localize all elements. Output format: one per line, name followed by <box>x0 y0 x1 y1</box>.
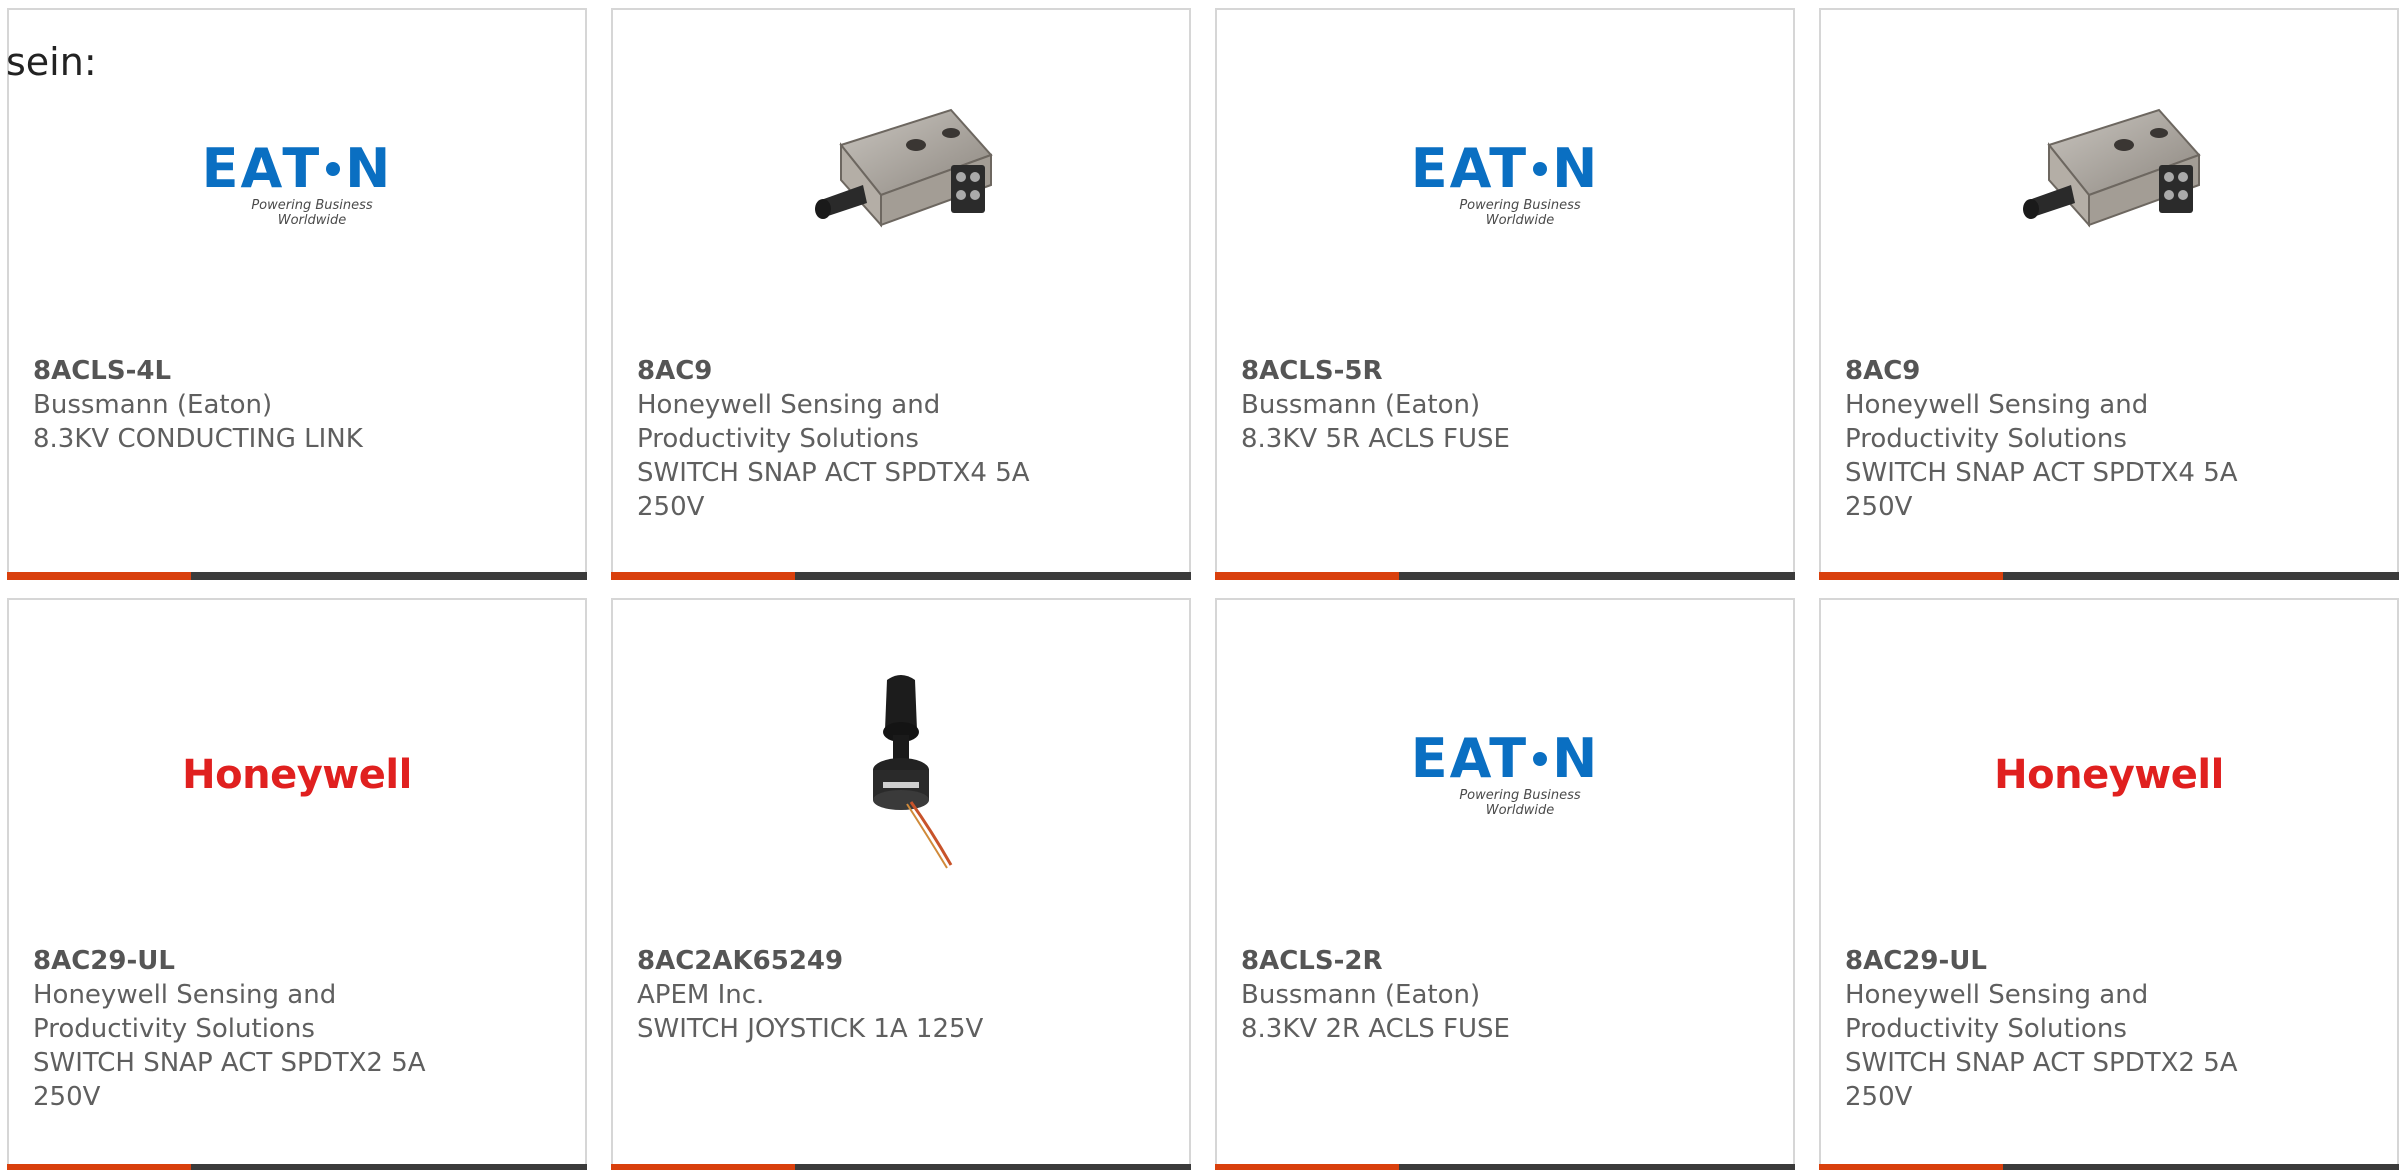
product-image[interactable]: EATN Powering Business Worldwide <box>1217 70 1793 300</box>
product-description: SWITCH JOYSTICK 1A 125V <box>637 1014 984 1044</box>
card-footer-bar <box>7 1164 587 1170</box>
joystick-photo <box>873 675 953 869</box>
eaton-logo-tagline: Powering Business Worldwide <box>1459 198 1581 228</box>
product-image[interactable]: EATN Powering Business Worldwide <box>9 70 585 300</box>
eaton-logo: EATN Powering Business Worldwide <box>1400 137 1610 229</box>
product-description: 8.3KV 5R ACLS FUSE <box>1241 424 1510 454</box>
product-image[interactable] <box>1821 70 2397 300</box>
part-number-link[interactable]: 8AC29-UL <box>33 944 565 978</box>
product-card[interactable]: EAT N Powering Business Worldwide 8ACLS-2… <box>1215 598 1795 1170</box>
product-info: 8AC29-UL Honeywell Sensing and Productiv… <box>33 944 565 1114</box>
product-info: 8ACLS-2R Bussmann (Eaton) 8.3KV 2R ACLS … <box>1241 944 1773 1046</box>
card-footer-bar <box>611 572 1191 580</box>
manufacturer-name: Honeywell Sensing and Productivity Solut… <box>1845 980 2149 1044</box>
manufacturer-name: Honeywell Sensing and Productivity Solut… <box>637 390 941 454</box>
product-info: 8ACLS-5R Bussmann (Eaton) 8.3KV 5R ACLS … <box>1241 354 1773 456</box>
manufacturer-name: Bussmann (Eaton) <box>1241 980 1481 1010</box>
product-description: 8.3KV CONDUCTING LINK <box>33 424 363 454</box>
eaton-logo-wordmark: EATN <box>1410 137 1600 200</box>
product-image[interactable]: Honeywell <box>9 660 585 890</box>
product-image[interactable] <box>613 70 1189 300</box>
eaton-logo-tagline: Powering Business Worldwide <box>251 198 373 228</box>
snap-switch-photo <box>815 108 993 228</box>
part-number-link[interactable]: 8AC9 <box>1845 354 2377 388</box>
part-number-link[interactable]: 8ACLS-5R <box>1241 354 1773 388</box>
card-footer-bar <box>1215 572 1795 580</box>
product-description: SWITCH SNAP ACT SPDTX2 5A 250V <box>1845 1048 2238 1112</box>
honeywell-logo: Honeywell <box>1994 752 2224 798</box>
product-description: 8.3KV 2R ACLS FUSE <box>1241 1014 1510 1044</box>
product-card[interactable]: Honeywell 8AC29-UL Honeywell Sensing and… <box>7 598 587 1170</box>
manufacturer-name: Bussmann (Eaton) <box>1241 390 1481 420</box>
eaton-logo: EATN Powering Business Worldwide <box>1400 727 1610 819</box>
manufacturer-name: APEM Inc. <box>637 980 765 1010</box>
product-image[interactable] <box>613 660 1189 890</box>
card-footer-bar <box>611 1164 1191 1170</box>
eaton-logo-tagline: Powering Business Worldwide <box>1459 788 1581 818</box>
product-info: 8ACLS-4L Bussmann (Eaton) 8.3KV CONDUCTI… <box>33 354 565 456</box>
part-number-link[interactable]: 8ACLS-4L <box>33 354 565 388</box>
product-info: 8AC9 Honeywell Sensing and Productivity … <box>1845 354 2377 524</box>
product-image[interactable]: EATN Powering Business Worldwide <box>1217 660 1793 890</box>
snap-switch-photo <box>2023 108 2201 228</box>
product-card[interactable]: 8AC9 Honeywell Sensing and Productivity … <box>611 8 1191 580</box>
manufacturer-name: Bussmann (Eaton) <box>33 390 273 420</box>
card-footer-bar <box>1819 1164 2399 1170</box>
card-footer-bar <box>1215 1164 1795 1170</box>
eaton-logo-wordmark: EATN <box>201 137 393 200</box>
card-footer-bar <box>7 572 587 580</box>
part-number-link[interactable]: 8AC9 <box>637 354 1169 388</box>
product-description: SWITCH SNAP ACT SPDTX4 5A 250V <box>1845 458 2238 522</box>
part-number-link[interactable]: 8AC2AK65249 <box>637 944 1169 978</box>
product-image[interactable]: Honeywell <box>1821 660 2397 890</box>
product-card[interactable]: EAT N Powering Business Worldwide 8ACLS-5… <box>1215 8 1795 580</box>
product-info: 8AC9 Honeywell Sensing and Productivity … <box>637 354 1169 524</box>
product-card[interactable]: 8AC9 Honeywell Sensing and Productivity … <box>1819 8 2399 580</box>
product-info: 8AC2AK65249 APEM Inc. SWITCH JOYSTICK 1A… <box>637 944 1169 1046</box>
eaton-logo-wordmark: EATN <box>1410 727 1600 790</box>
product-grid: EATN Powering Business Worldwide 8ACLS-4… <box>0 0 2400 1170</box>
product-card[interactable]: 8AC2AK65249 APEM Inc. SWITCH JOYSTICK 1A… <box>611 598 1191 1170</box>
part-number-link[interactable]: 8ACLS-2R <box>1241 944 1773 978</box>
honeywell-logo: Honeywell <box>182 752 412 798</box>
intro-text: sein: <box>6 40 97 84</box>
product-card[interactable]: Honeywell 8AC29-UL Honeywell Sensing and… <box>1819 598 2399 1170</box>
product-description: SWITCH SNAP ACT SPDTX2 5A 250V <box>33 1048 426 1112</box>
manufacturer-name: Honeywell Sensing and Productivity Solut… <box>33 980 337 1044</box>
eaton-logo: EATN Powering Business Worldwide <box>192 137 402 229</box>
manufacturer-name: Honeywell Sensing and Productivity Solut… <box>1845 390 2149 454</box>
product-description: SWITCH SNAP ACT SPDTX4 5A 250V <box>637 458 1030 522</box>
part-number-link[interactable]: 8AC29-UL <box>1845 944 2377 978</box>
card-footer-bar <box>1819 572 2399 580</box>
product-card[interactable]: EATN Powering Business Worldwide 8ACLS-4… <box>7 8 587 580</box>
product-info: 8AC29-UL Honeywell Sensing and Productiv… <box>1845 944 2377 1114</box>
